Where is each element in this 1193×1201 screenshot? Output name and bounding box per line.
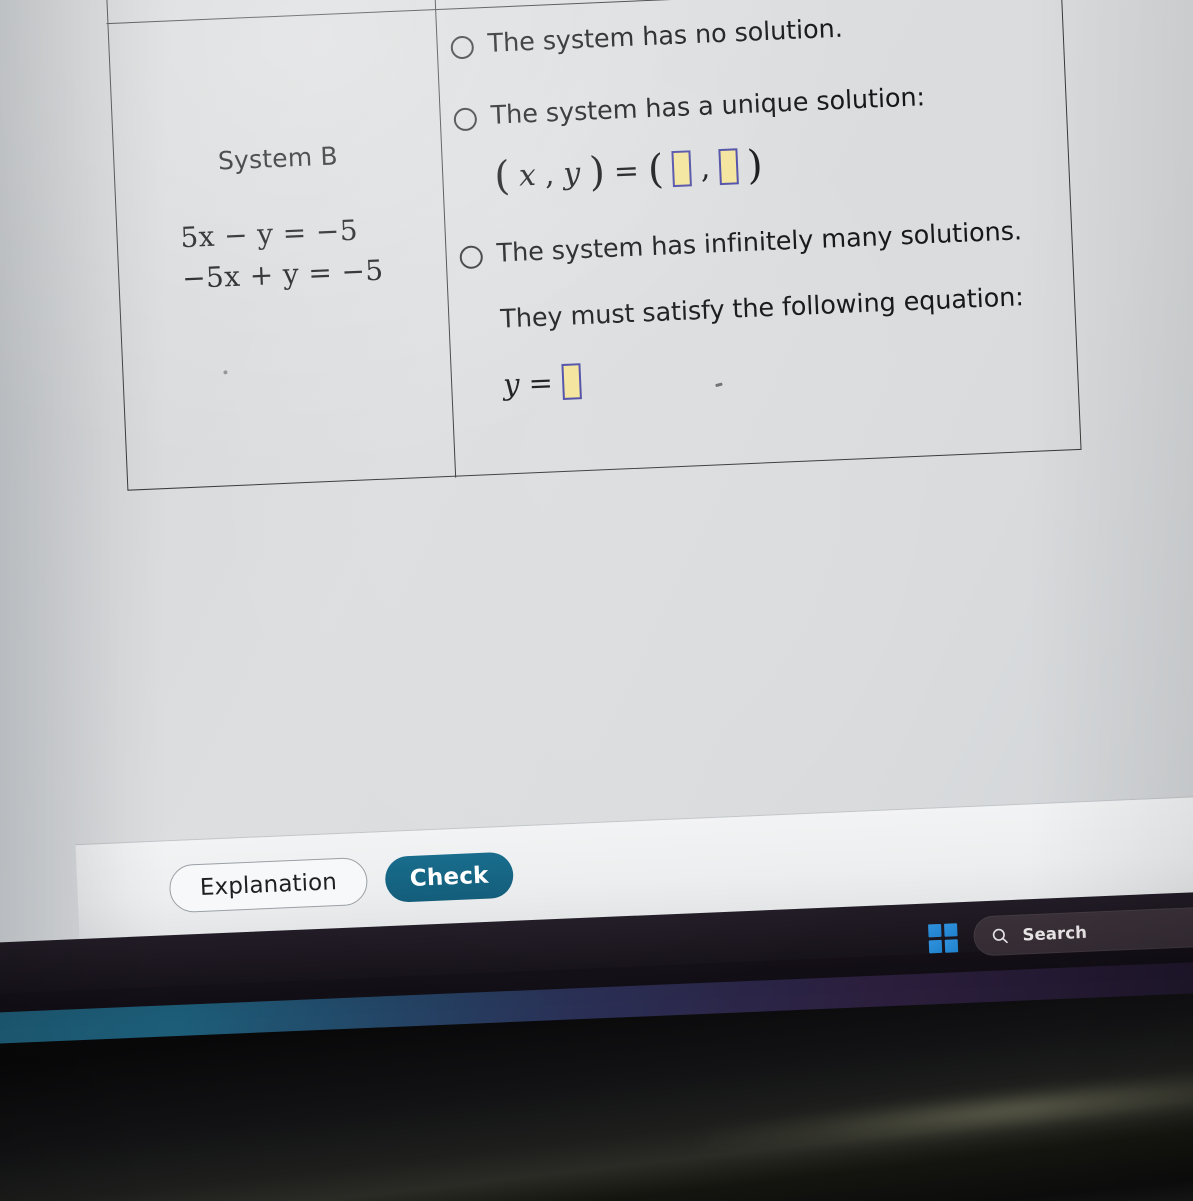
option-unique-solution[interactable]: The system has a unique solution: (453, 77, 1052, 133)
windows-logo-tile-4 (944, 938, 959, 953)
equation-1: 5x − y = −5 (179, 213, 359, 255)
ordered-pair-equals: = (613, 153, 640, 190)
search-placeholder-text: Search (1022, 922, 1088, 944)
radio-unique-solution[interactable] (453, 107, 478, 132)
radio-no-solution[interactable] (450, 35, 475, 60)
y-equation-equals: = (527, 365, 554, 401)
explanation-button[interactable]: Explanation (168, 856, 369, 914)
answer-close-paren: ) (746, 142, 764, 190)
system-cell: System B 5x − y = −5 −5x + y = −5 (108, 9, 455, 490)
satisfy-equation-text: They must satisfy the following equation… (499, 282, 1025, 335)
ordered-pair-row: ( x , y ) = ( , ) (493, 135, 1055, 200)
equation-list: 5x − y = −5 −5x + y = −5 (180, 213, 384, 296)
variable-x-label: x (518, 157, 537, 194)
option-label-no-solution: The system has no solution. (487, 13, 844, 59)
y-equation-row: y = (502, 343, 1063, 403)
windows-logo-icon[interactable] (928, 922, 959, 953)
option-infinitely-many[interactable]: The system has infinitely many solutions… (459, 215, 1058, 271)
system-title: System B (217, 141, 339, 176)
option-no-solution[interactable]: The system has no solution. (450, 5, 1049, 61)
taskbar-search-box[interactable]: Search (972, 901, 1193, 957)
option-label-infinitely-many: The system has infinitely many solutions… (496, 216, 1023, 269)
x-value-input[interactable] (671, 150, 693, 188)
search-icon (992, 928, 1008, 943)
answer-choices-cell: The system has no solution. The system h… (435, 0, 1080, 476)
windows-logo-tile-3 (928, 939, 943, 953)
photo-of-laptop-screen: System B 5x − y = −5 −5x + y = −5 The sy… (0, 0, 1193, 1201)
y-equation-variable: y (502, 367, 521, 402)
y-equation-input[interactable] (561, 363, 582, 401)
ordered-pair-open-paren: ( (493, 153, 511, 200)
answer-comma: , (699, 150, 711, 186)
browser-page-surface: System B 5x − y = −5 −5x + y = −5 The sy… (0, 0, 1193, 1002)
ordered-pair-close-paren: ) (588, 149, 606, 196)
check-button[interactable]: Check (384, 851, 515, 904)
option-label-unique-solution: The system has a unique solution: (490, 82, 926, 131)
windows-logo-tile-1 (928, 923, 942, 937)
exercise-table: System B 5x − y = −5 −5x + y = −5 The sy… (106, 0, 1082, 491)
answer-open-paren: ( (647, 146, 665, 194)
y-value-input[interactable] (718, 148, 739, 186)
windows-logo-tile-2 (943, 922, 958, 937)
radio-infinitely-many[interactable] (459, 245, 484, 270)
variable-y-label: y (562, 155, 582, 192)
equation-2: −5x + y = −5 (181, 253, 385, 296)
ordered-pair-comma: , (544, 156, 556, 193)
